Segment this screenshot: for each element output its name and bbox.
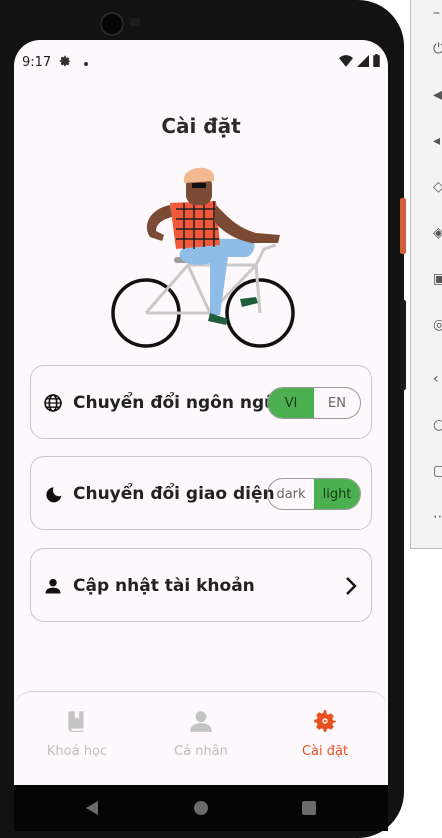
wifi-icon (339, 54, 353, 67)
moon-icon (46, 487, 62, 503)
theme-option-light[interactable]: light (314, 479, 360, 509)
nav-item-settings[interactable]: Cài đặt (270, 708, 380, 759)
language-option-vi[interactable]: VI (268, 388, 314, 418)
battery-icon (373, 54, 380, 67)
power-icon[interactable]: ⏻ (433, 42, 442, 56)
recents-square-icon[interactable] (302, 801, 316, 815)
camera-icon[interactable]: ▣ (433, 272, 442, 286)
volume-button[interactable] (400, 300, 406, 390)
rotate-right-icon[interactable]: ◈ (433, 226, 442, 240)
language-option-en[interactable]: EN (314, 388, 360, 418)
status-bar: 9:17 (14, 40, 388, 84)
notification-dot (84, 62, 88, 66)
language-setting-card: Chuyển đổi ngôn ngữ VI EN (30, 365, 372, 439)
home-circle-icon[interactable] (194, 801, 208, 815)
back-triangle-icon[interactable] (86, 801, 100, 815)
power-button[interactable] (400, 198, 406, 254)
more-icon[interactable]: ⋯ (433, 510, 442, 524)
nav-label-profile: Cá nhân (174, 744, 228, 759)
nav-label-courses: Khoá học (46, 744, 108, 759)
cyclist-illustration (111, 167, 295, 348)
settings-icon (314, 710, 336, 732)
earpiece (130, 18, 140, 26)
bottom-navigation: Khoá học Cá nhân Cài đặt (14, 691, 388, 785)
overview-icon[interactable]: ▢ (433, 464, 442, 478)
account-update-label: Cập nhật tài khoản (73, 576, 255, 596)
theme-option-dark[interactable]: dark (268, 479, 314, 509)
language-toggle[interactable]: VI EN (267, 387, 361, 419)
app-screen: 9:17 Cài đặt Chuyển đổi ngôn ngữ VI EN C… (14, 40, 388, 785)
theme-toggle[interactable]: dark light (267, 478, 361, 510)
book-icon (68, 711, 84, 732)
nav-item-profile[interactable]: Cá nhân (146, 708, 256, 759)
volume-down-icon[interactable]: ◂ (433, 134, 442, 148)
globe-icon (44, 394, 62, 412)
theme-setting-label: Chuyển đổi giao diện (73, 484, 275, 504)
minimize-icon[interactable]: – (433, 6, 442, 20)
system-navigation-bar (14, 785, 388, 831)
volume-up-icon[interactable]: ◀ (433, 88, 442, 102)
person-icon (45, 578, 61, 594)
status-time: 9:17 (22, 55, 52, 70)
phone-frame: 9:17 Cài đặt Chuyển đổi ngôn ngữ VI EN C… (0, 0, 406, 838)
language-setting-label: Chuyển đổi ngôn ngữ (73, 393, 277, 413)
front-camera (100, 12, 124, 36)
back-icon[interactable]: ‹ (433, 372, 442, 386)
account-update-card[interactable]: Cập nhật tài khoản (30, 548, 372, 622)
page-title: Cài đặt (161, 114, 241, 138)
signal-icon (357, 54, 369, 67)
nav-item-courses[interactable]: Khoá học (22, 708, 132, 759)
nav-label-settings: Cài đặt (301, 744, 349, 759)
home-icon[interactable]: ○ (433, 418, 442, 432)
rotate-left-icon[interactable]: ◇ (433, 180, 442, 194)
emulator-toolbar: – ⏻ ◀ ◂ ◇ ◈ ▣ ◎ ‹ ○ ▢ ⋯ (410, 0, 442, 549)
chevron-right-icon[interactable] (343, 576, 359, 596)
person-icon (190, 711, 212, 732)
zoom-icon[interactable]: ◎ (433, 318, 442, 332)
gear-icon (59, 55, 71, 67)
theme-setting-card: Chuyển đổi giao diện dark light (30, 456, 372, 530)
